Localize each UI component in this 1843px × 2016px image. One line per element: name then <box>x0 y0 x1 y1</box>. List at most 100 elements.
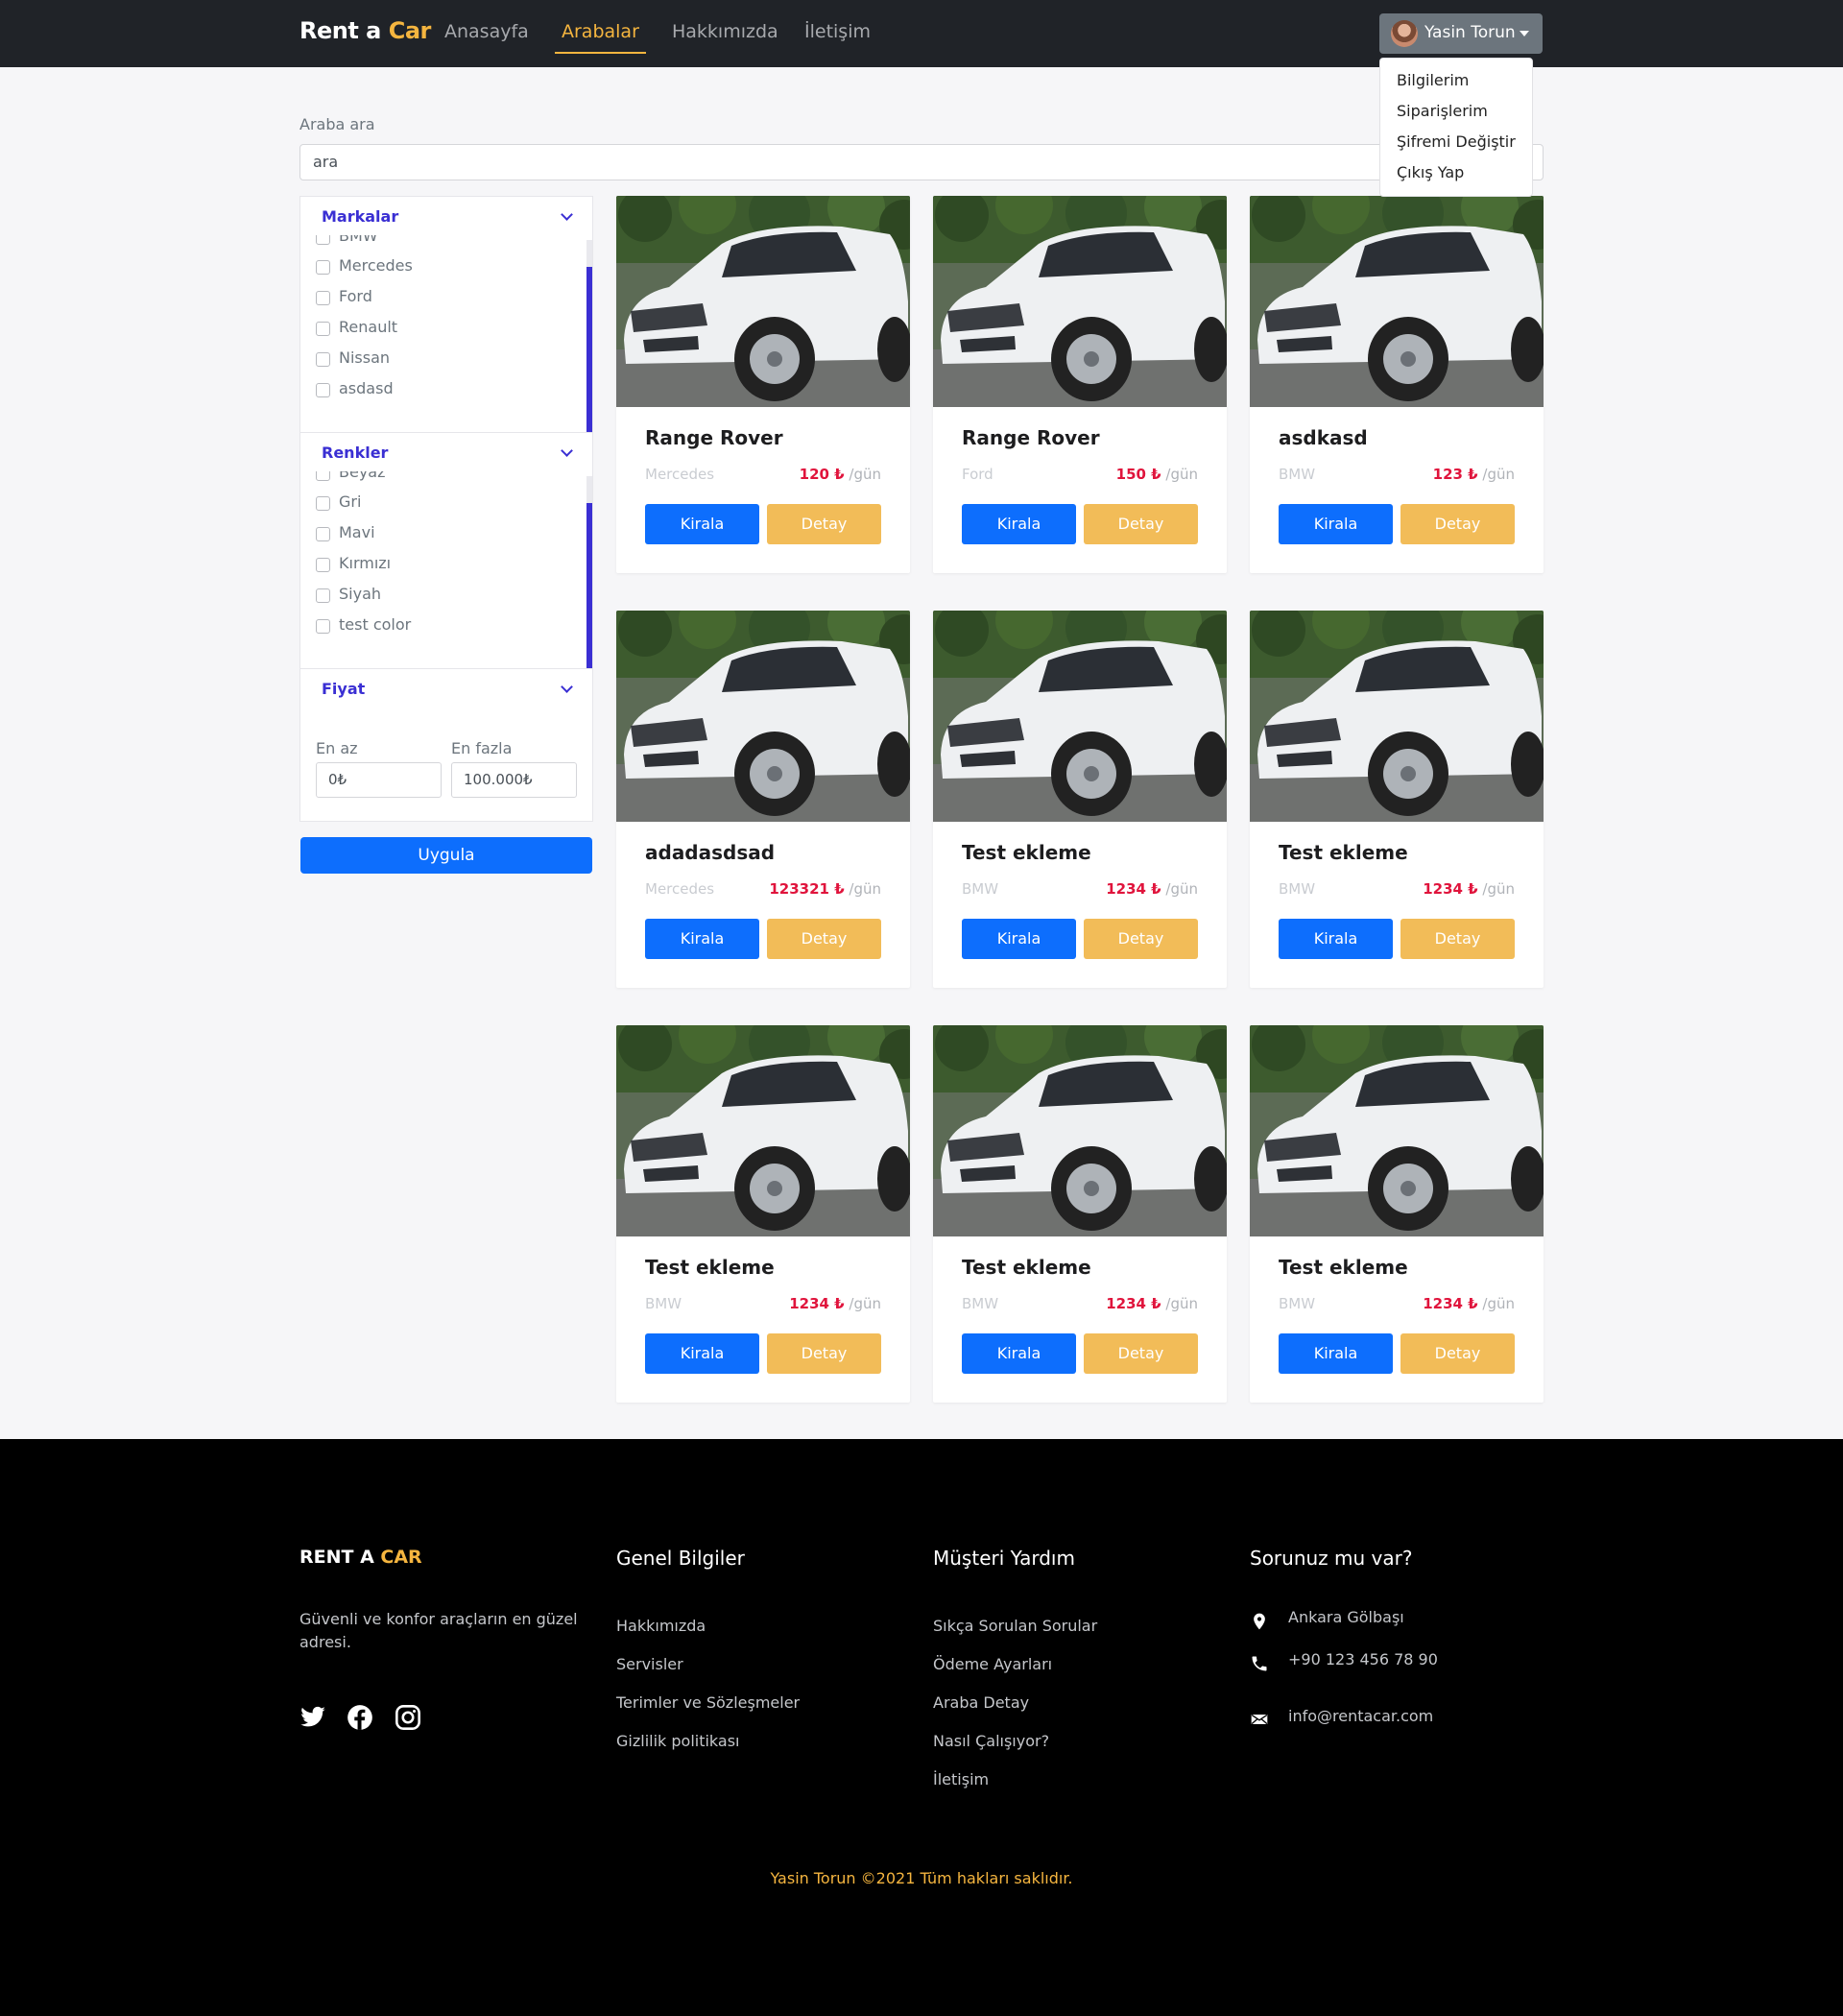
menu-item-change-password[interactable]: Şifremi Değiştir <box>1397 132 1516 151</box>
checkbox[interactable] <box>316 260 330 275</box>
footer-link-terms[interactable]: Terimler ve Sözleşmeler <box>616 1693 800 1712</box>
footer-link-privacy[interactable]: Gizlilik politikası <box>616 1732 740 1750</box>
car-card: asdkasd BMW 123 ₺ /gün Kirala Detay <box>1250 196 1544 573</box>
search-label: Araba ara <box>299 115 375 133</box>
checkbox[interactable] <box>316 471 330 481</box>
car-image[interactable] <box>1250 611 1544 822</box>
checkbox[interactable] <box>316 235 330 245</box>
price-section-header[interactable]: Fiyat <box>300 669 592 708</box>
footer-link-services[interactable]: Servisler <box>616 1655 683 1673</box>
footer-link-car-detail[interactable]: Araba Detay <box>933 1693 1029 1712</box>
car-image[interactable] <box>933 1025 1227 1236</box>
color-option-label: test color <box>339 615 412 634</box>
checkbox[interactable] <box>316 619 330 634</box>
menu-item-profile[interactable]: Bilgilerim <box>1397 71 1469 89</box>
checkbox[interactable] <box>316 558 330 572</box>
facebook-icon[interactable] <box>347 1704 373 1731</box>
checkbox[interactable] <box>316 588 330 603</box>
detail-button[interactable]: Detay <box>1400 504 1515 544</box>
car-image[interactable] <box>1250 196 1544 407</box>
rent-button[interactable]: Kirala <box>645 919 759 959</box>
car-card: Test ekleme BMW 1234 ₺ /gün Kirala Detay <box>933 1025 1227 1403</box>
car-card: Range Rover Ford 150 ₺ /gün Kirala Detay <box>933 196 1227 573</box>
car-image[interactable] <box>616 611 910 822</box>
menu-item-logout[interactable]: Çıkış Yap <box>1397 163 1464 181</box>
user-dropdown-menu: Bilgilerim Siparişlerim Şifremi Değiştir… <box>1379 58 1533 197</box>
rent-button[interactable]: Kirala <box>1279 504 1393 544</box>
price-value: 1234 ₺ <box>1106 1295 1161 1312</box>
footer-link-contact[interactable]: İletişim <box>933 1770 989 1788</box>
detail-button[interactable]: Detay <box>767 919 881 959</box>
map-pin-icon <box>1254 1613 1265 1630</box>
footer-link-about[interactable]: Hakkımızda <box>616 1617 706 1635</box>
colors-list: Beyaz Gri Mavi Kırmızı Siyah test color <box>300 471 592 668</box>
car-image[interactable] <box>933 196 1227 407</box>
price-unit: /gün <box>1482 466 1515 483</box>
nav-link-about[interactable]: Hakkımızda <box>672 21 778 42</box>
apply-filters-button[interactable]: Uygula <box>300 837 592 874</box>
footer-link-payment[interactable]: Ödeme Ayarları <box>933 1655 1052 1673</box>
checkbox[interactable] <box>316 496 330 511</box>
rent-button[interactable]: Kirala <box>962 504 1076 544</box>
checkbox[interactable] <box>316 383 330 397</box>
car-price: 1234 ₺ /gün <box>1106 880 1198 898</box>
detail-button[interactable]: Detay <box>1400 919 1515 959</box>
car-image[interactable] <box>616 1025 910 1236</box>
checkbox[interactable] <box>316 527 330 541</box>
brands-section-header[interactable]: Markalar <box>300 197 592 235</box>
user-name: Yasin Torun <box>1424 23 1516 42</box>
twitter-icon[interactable] <box>299 1704 326 1731</box>
footer-contact-title: Sorunuz mu var? <box>1250 1547 1413 1570</box>
colors-scrollbar[interactable] <box>586 476 592 668</box>
rent-button[interactable]: Kirala <box>645 504 759 544</box>
footer-phone: +90 123 456 78 90 <box>1288 1650 1438 1668</box>
footer-brand: RENT A CAR <box>299 1547 422 1568</box>
brands-scrollbar[interactable] <box>586 240 592 432</box>
footer-email[interactable]: info@rentacar.com <box>1288 1707 1433 1725</box>
nav-link-home[interactable]: Anasayfa <box>444 21 529 42</box>
user-menu-button[interactable]: Yasin Torun <box>1379 13 1543 54</box>
chevron-down-icon <box>561 681 573 693</box>
detail-button[interactable]: Detay <box>767 1333 881 1374</box>
min-price-input[interactable]: 0₺ <box>316 762 442 798</box>
rent-button[interactable]: Kirala <box>1279 919 1393 959</box>
colors-section-header[interactable]: Renkler <box>300 433 592 471</box>
rent-button[interactable]: Kirala <box>1279 1333 1393 1374</box>
car-image[interactable] <box>1250 1025 1544 1236</box>
detail-button[interactable]: Detay <box>1084 504 1198 544</box>
scrollbar-thumb[interactable] <box>586 503 592 668</box>
detail-button[interactable]: Detay <box>1400 1333 1515 1374</box>
car-image[interactable] <box>616 196 910 407</box>
detail-button[interactable]: Detay <box>1084 1333 1198 1374</box>
car-price: 1234 ₺ /gün <box>1106 1295 1198 1312</box>
brand-option-label: Renault <box>339 318 398 336</box>
menu-item-orders[interactable]: Siparişlerim <box>1397 102 1488 120</box>
rent-button[interactable]: Kirala <box>962 919 1076 959</box>
footer-link-faq[interactable]: Sıkça Sorulan Sorular <box>933 1617 1097 1635</box>
instagram-icon[interactable] <box>395 1704 421 1731</box>
car-card: Test ekleme BMW 1234 ₺ /gün Kirala Detay <box>616 1025 910 1403</box>
rent-button[interactable]: Kirala <box>645 1333 759 1374</box>
detail-button[interactable]: Detay <box>1084 919 1198 959</box>
search-input[interactable]: ara <box>299 144 1544 180</box>
car-brand: Ford <box>962 466 993 483</box>
checkbox[interactable] <box>316 291 330 305</box>
car-price: 123 ₺ /gün <box>1433 466 1515 483</box>
footer-link-how-it-works[interactable]: Nasıl Çalışıyor? <box>933 1732 1049 1750</box>
checkbox[interactable] <box>316 352 330 367</box>
nav-link-cars[interactable]: Arabalar <box>562 21 639 42</box>
nav-link-contact[interactable]: İletişim <box>804 21 871 42</box>
brand-logo[interactable]: Rent a Car <box>299 17 431 44</box>
footer-tagline: Güvenli ve konfor araçların en güzel adr… <box>299 1610 578 1651</box>
car-brand: BMW <box>645 1295 682 1312</box>
price-title: Fiyat <box>322 680 366 698</box>
checkbox[interactable] <box>316 322 330 336</box>
detail-button[interactable]: Detay <box>767 504 881 544</box>
rent-button[interactable]: Kirala <box>962 1333 1076 1374</box>
car-image[interactable] <box>933 611 1227 822</box>
chevron-down-icon <box>561 208 573 221</box>
max-price-input[interactable]: 100.000₺ <box>451 762 577 798</box>
brands-title: Markalar <box>322 207 399 226</box>
scrollbar-thumb[interactable] <box>586 267 592 432</box>
car-card: Range Rover Mercedes 120 ₺ /gün Kirala Detay <box>616 196 910 573</box>
